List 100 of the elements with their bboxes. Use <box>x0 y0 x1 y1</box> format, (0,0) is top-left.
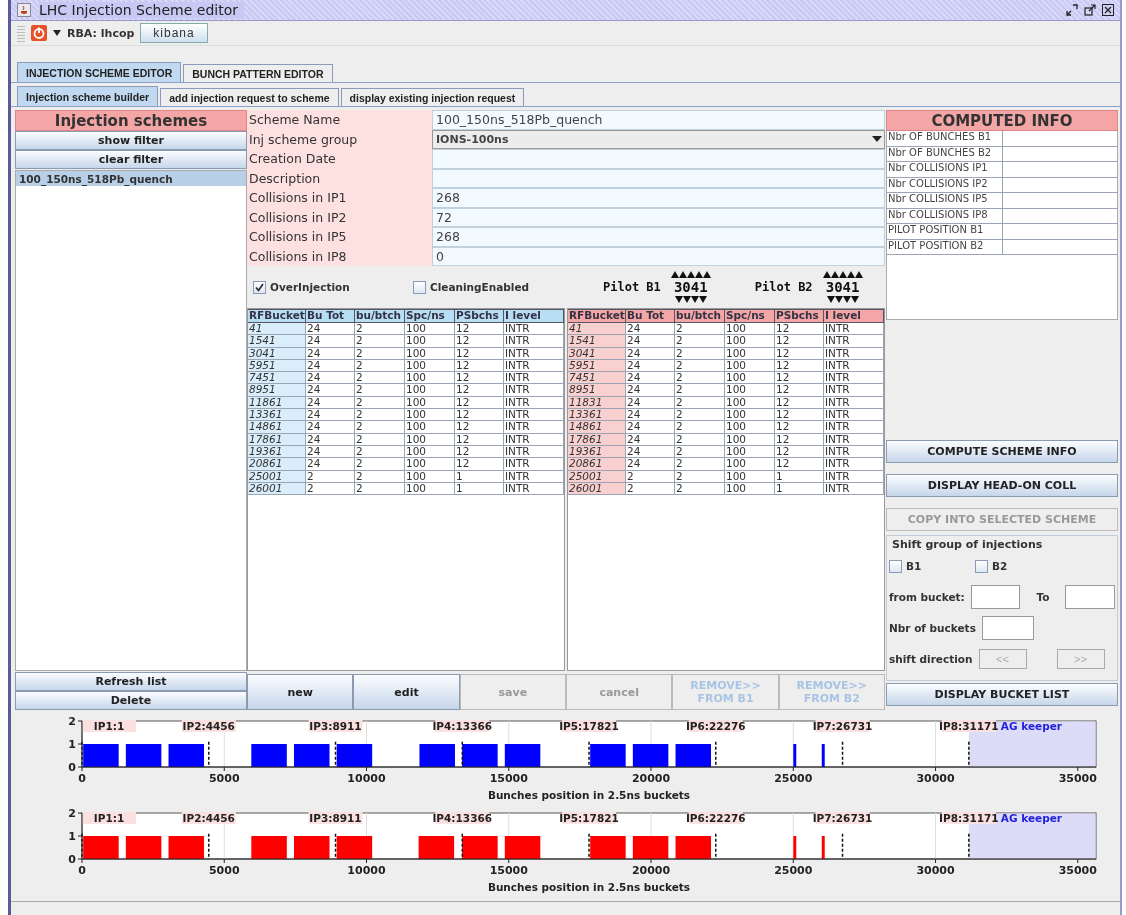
table-cell: 2 <box>675 384 725 397</box>
column-header: I level <box>504 309 564 323</box>
x-axis-label: Bunches position in 2.5ns buckets <box>487 881 691 893</box>
column-header: RFBucket <box>568 309 626 323</box>
checkbox[interactable] <box>889 559 902 573</box>
table-cell: 17861 <box>248 433 306 446</box>
x-tick-label: 5000 <box>208 864 240 877</box>
table-cell: 2 <box>306 482 355 496</box>
table-cell: 12 <box>775 323 824 336</box>
list-button[interactable]: Delete <box>15 691 247 710</box>
table-cell: INTR <box>824 445 884 459</box>
list-button[interactable]: Refresh list <box>15 672 247 691</box>
up-arrows-icon[interactable] <box>670 271 711 278</box>
bucket-list-button[interactable]: DISPLAY BUCKET LIST <box>886 683 1118 706</box>
input-field[interactable]: 100_150ns_518Pb_quench <box>432 110 885 130</box>
table-cell: 24 <box>306 421 355 434</box>
table-cell: 100 <box>405 347 455 360</box>
table-cell: 1 <box>775 482 824 496</box>
input-field[interactable]: 268 <box>432 188 885 208</box>
x-tick-label: 0 <box>78 864 86 877</box>
table-cell: INTR <box>504 335 564 348</box>
dropdown-arrow-icon[interactable] <box>872 136 882 143</box>
table-cell: 24 <box>306 445 355 459</box>
table-cell: 24 <box>626 396 675 410</box>
table-cell: 12 <box>775 335 824 348</box>
table-cell: 100 <box>725 470 775 483</box>
input-field[interactable] <box>1065 585 1115 610</box>
table-cell: 1 <box>455 482 504 496</box>
x-axis-label: Bunches position in 2.5ns buckets <box>487 789 691 801</box>
input-field[interactable]: 0 <box>432 246 885 266</box>
input-field[interactable] <box>981 615 1034 640</box>
maximize-icon[interactable] <box>1084 4 1096 16</box>
action-button[interactable]: new <box>247 674 354 710</box>
filter-button[interactable]: clear filter <box>15 150 247 169</box>
table-cell: 24 <box>306 347 355 360</box>
y-tick-label: 0 <box>68 761 76 774</box>
table-cell: INTR <box>504 396 564 410</box>
table-cell: 12 <box>775 396 824 410</box>
checkbox[interactable] <box>413 280 426 294</box>
table-cell: 3041 <box>248 347 306 360</box>
table-cell: INTR <box>824 482 884 496</box>
table-cell: INTR <box>504 372 564 385</box>
down-arrows-icon[interactable] <box>826 296 859 303</box>
table-cell: 100 <box>725 347 775 360</box>
tab[interactable]: display existing injection request <box>340 88 525 106</box>
tab[interactable]: BUNCH PATTERN EDITOR <box>183 64 333 82</box>
kibana-button[interactable]: kibana <box>140 23 208 43</box>
table-cell: 24 <box>306 409 355 422</box>
checkbox[interactable] <box>253 280 266 294</box>
input-field[interactable] <box>970 585 1021 610</box>
input-field[interactable] <box>432 149 885 169</box>
checkbox-label: OverInjection <box>270 281 350 293</box>
ip-label: IP4:13366 <box>432 811 493 824</box>
ip-marker-line <box>715 740 717 768</box>
table-cell: 100 <box>725 445 775 459</box>
filter-button[interactable]: show filter <box>15 131 247 150</box>
column-header: Bu Tot <box>626 309 675 323</box>
close-icon[interactable] <box>1102 4 1114 16</box>
field-label: Nbr of buckets <box>889 621 976 634</box>
x-tick-label: 35000 <box>1058 772 1097 785</box>
power-icon[interactable] <box>31 25 47 41</box>
x-tick-label: 5000 <box>208 772 240 785</box>
tab[interactable]: INJECTION SCHEME EDITOR <box>17 62 182 82</box>
minimize-icon[interactable] <box>1066 4 1078 16</box>
table-cell: 2 <box>355 433 405 446</box>
field-label: Collisions in IP2 <box>247 207 432 227</box>
scheme-button[interactable]: DISPLAY HEAD-ON COLL <box>886 474 1118 497</box>
table-cell: INTR <box>824 372 884 385</box>
field-label: Collisions in IP1 <box>247 188 432 208</box>
scheme-button[interactable]: COMPUTE SCHEME INFO <box>886 440 1118 463</box>
table-cell: 5951 <box>568 359 626 373</box>
action-button[interactable]: edit <box>353 674 460 710</box>
table-cell: 8951 <box>248 384 306 397</box>
down-arrows-icon[interactable] <box>674 296 707 303</box>
table-cell: 100 <box>725 372 775 385</box>
table-cell: 19361 <box>568 445 626 459</box>
scheme-list-item[interactable]: 100_150ns_518Pb_quench <box>16 171 246 186</box>
up-arrows-icon[interactable] <box>822 271 863 278</box>
y-axis <box>77 720 83 768</box>
table-cell: 24 <box>626 335 675 348</box>
table-cell: 100 <box>405 409 455 422</box>
input-field[interactable]: 268 <box>432 227 885 247</box>
table-cell: 12 <box>455 458 504 471</box>
table-cell: 25001 <box>568 470 626 483</box>
ip-label: IP7:26731 <box>812 719 873 732</box>
table-cell: 12 <box>455 372 504 385</box>
checkbox-label: B1 <box>906 560 922 573</box>
table-cell: 1541 <box>568 335 626 348</box>
checkbox-label: CleaningEnabled <box>430 281 530 293</box>
table-cell: 24 <box>306 384 355 397</box>
tab[interactable]: add injection request to scheme <box>160 88 339 106</box>
input-field[interactable]: 72 <box>432 207 885 227</box>
table-cell: 20861 <box>568 458 626 471</box>
group-dropdown[interactable]: IONS-100ns <box>432 129 885 149</box>
caret-icon[interactable] <box>53 30 61 36</box>
input-field[interactable] <box>432 168 885 188</box>
tab[interactable]: Injection scheme builder <box>17 86 159 106</box>
group-title: Shift group of injections <box>891 538 1044 551</box>
checkbox[interactable] <box>975 559 988 573</box>
table-cell: INTR <box>504 421 564 434</box>
